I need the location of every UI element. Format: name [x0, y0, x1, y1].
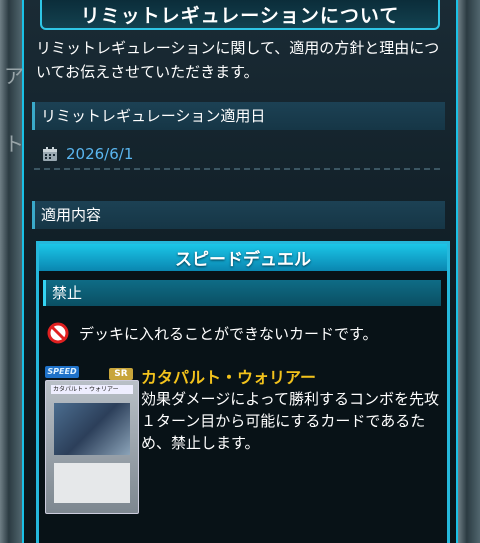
rarity-badge: SR — [109, 368, 133, 380]
frame-left: ア ト — [0, 0, 24, 543]
background-glyph: ト — [4, 132, 24, 156]
card-description: 効果ダメージによって勝利するコンボを先攻１ターン目から可能にするカードであるため… — [141, 390, 440, 452]
calendar-icon — [43, 147, 57, 161]
divider — [34, 168, 440, 170]
card-name[interactable]: カタパルト・ウォリアー — [141, 364, 316, 388]
card-text-box — [54, 463, 130, 503]
card-art — [54, 403, 130, 455]
card-image[interactable]: カタパルト・ウォリアー — [45, 380, 139, 514]
date-row: 2026/6/1 — [42, 143, 133, 165]
speed-duel-header: スピードデュエル — [39, 244, 447, 271]
intro-text: リミットレギュレーションに関して、適用の方針と理由についてお伝えさせていただきま… — [36, 39, 440, 81]
speed-duel-box: スピードデュエル 禁止 デッキに入れることができないカードです。 SPEED カ… — [36, 241, 450, 543]
section-header-date: リミットレギュレーション適用日 — [32, 102, 445, 130]
forbidden-header: 禁止 — [43, 280, 441, 306]
ban-icon — [47, 322, 69, 344]
forbidden-note: デッキに入れることができないカードです。 — [79, 324, 378, 343]
card-image-name: カタパルト・ウォリアー — [51, 385, 133, 394]
application-date: 2026/6/1 — [66, 145, 134, 163]
section-header-content: 適用内容 — [32, 201, 445, 229]
forbidden-note-row: デッキに入れることができないカードです。 — [47, 322, 378, 344]
page-title: リミットレギュレーションについて — [40, 0, 440, 30]
speed-badge: SPEED — [45, 366, 79, 378]
background-glyph: ア — [4, 64, 24, 88]
frame-right — [456, 0, 480, 543]
